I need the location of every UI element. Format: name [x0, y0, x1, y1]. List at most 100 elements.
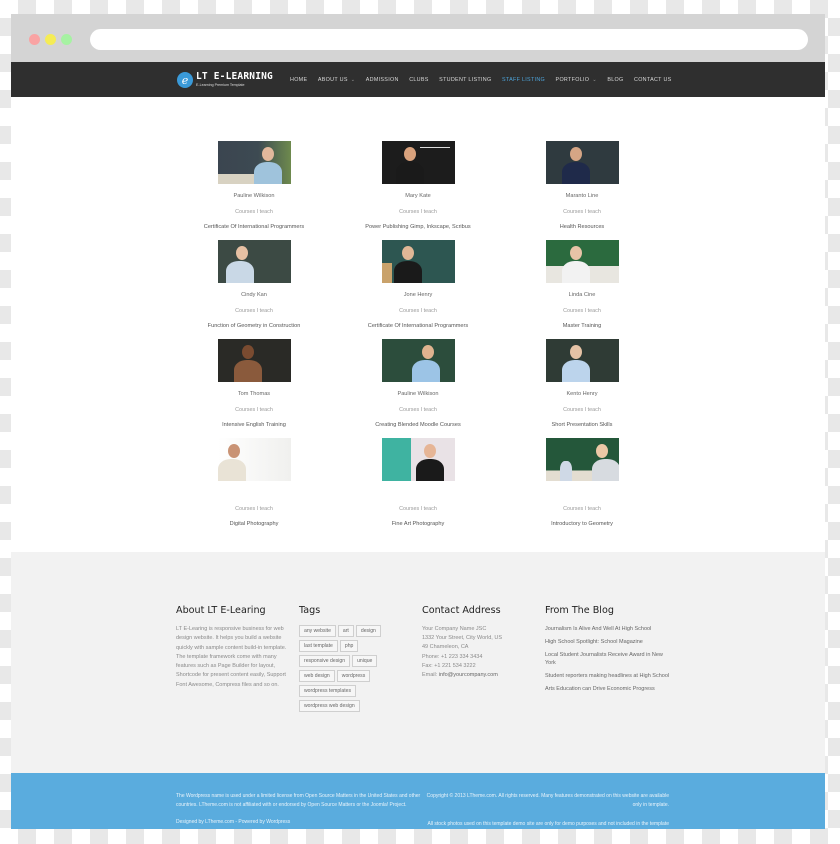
- staff-name[interactable]: Linda Cine: [482, 292, 682, 299]
- photo-figure-body: [393, 261, 422, 283]
- footer-legal-right: Copyright © 2013 LTheme.com. All rights …: [417, 792, 669, 829]
- photo-detail: [217, 174, 258, 184]
- main-nav: HOME ABOUT US ⌄ ADMISSION CLUBS STUDENT L…: [290, 62, 682, 97]
- staff-photo[interactable]: [381, 141, 455, 184]
- photo-figure-body: [225, 261, 254, 283]
- nav-portfolio[interactable]: PORTFOLIO ⌄: [556, 77, 597, 83]
- designed-by: Designed by LTheme.com - Powered by Word…: [176, 819, 291, 825]
- footer-legal-left: The Wordpress name is used under a limit…: [176, 792, 421, 827]
- blog-post-link[interactable]: Student reporters making headlines at Hi…: [545, 672, 673, 681]
- tag-link[interactable]: design: [355, 625, 381, 637]
- courses-label: Courses I teach: [563, 308, 601, 314]
- nav-staff-listing[interactable]: STAFF LISTING: [502, 77, 545, 83]
- tag-link[interactable]: wordpress: [336, 670, 371, 682]
- photo-figure-body: [411, 360, 440, 382]
- contact-company: Your Company Name JSC: [422, 626, 487, 632]
- photo-figure-body: [217, 459, 246, 481]
- photo-figure-body: [591, 459, 619, 481]
- nav-clubs[interactable]: CLUBS: [409, 77, 428, 83]
- nav-home[interactable]: HOME: [290, 77, 307, 83]
- logo-subtitle: E-Learning Premium Template: [196, 82, 245, 87]
- courses-label: Courses I teach: [563, 209, 601, 215]
- staff-card: Maranto Line Courses I teach Health Resour…: [482, 141, 682, 230]
- blog-title: From The Blog: [545, 605, 614, 616]
- site-header: e LT E-LEARNING E-Learning Premium Templ…: [11, 62, 825, 97]
- staff-photo[interactable]: [381, 339, 455, 382]
- contact-widget: Contact Address Your Company Name JSC 13…: [422, 605, 502, 680]
- staff-photo[interactable]: [545, 240, 619, 283]
- tag-link[interactable]: unique: [352, 655, 378, 667]
- nav-blog[interactable]: BLOG: [607, 77, 623, 83]
- close-window-button[interactable]: [29, 34, 40, 45]
- blog-list: Journalism Is Alive And Well At High Sch…: [545, 625, 673, 694]
- contact-email-link[interactable]: info@yourcompany.com: [439, 672, 498, 678]
- photo-detail: [381, 263, 392, 283]
- staff-photo[interactable]: [545, 339, 619, 382]
- about-widget: About LT E-Learing LT E-Learing is respo…: [176, 605, 288, 690]
- photo-figure-head: [261, 147, 274, 161]
- tag-link[interactable]: art: [337, 625, 354, 637]
- tag-link[interactable]: web design: [299, 670, 335, 682]
- photo-figure-body: [233, 360, 262, 382]
- courses-label: Courses I teach: [563, 407, 601, 413]
- logo-title: LT E-LEARNING: [196, 71, 273, 83]
- photo-figure-head: [421, 345, 434, 359]
- tag-link[interactable]: any website: [299, 625, 336, 637]
- contact-email-row: Email: info@yourcompany.com: [422, 672, 498, 679]
- blog-post-link[interactable]: High School Spotlight: School Magazine: [545, 638, 673, 647]
- staff-name[interactable]: Maranto Line: [482, 193, 682, 200]
- photo-figure-body: [561, 162, 590, 184]
- tag-link[interactable]: wordpress templates: [299, 685, 356, 697]
- nav-about-us[interactable]: ABOUT US ⌄: [318, 77, 355, 83]
- e-letter-circle-icon: e: [177, 72, 193, 88]
- nav-admission[interactable]: ADMISSION: [366, 77, 399, 83]
- staff-photo[interactable]: [217, 141, 291, 184]
- staff-photo[interactable]: [217, 339, 291, 382]
- blog-widget: From The Blog Journalism Is Alive And We…: [545, 605, 673, 698]
- tag-link[interactable]: responsive design: [299, 655, 351, 667]
- blog-post-link[interactable]: Journalism Is Alive And Well At High Sch…: [545, 625, 673, 634]
- about-title: About LT E-Learing: [176, 605, 266, 616]
- staff-photo[interactable]: [545, 438, 619, 481]
- photo-figure-body: [253, 162, 282, 184]
- photo-figure-body: [395, 162, 424, 184]
- blog-post-link[interactable]: Local Student Journalists Receive Award …: [545, 651, 673, 669]
- tag-link[interactable]: last template: [299, 640, 338, 652]
- nav-student-listing[interactable]: STUDENT LISTING: [439, 77, 491, 83]
- course-link[interactable]: Introductory to Geometry: [482, 521, 682, 527]
- staff-photo[interactable]: [217, 240, 291, 283]
- staff-photo[interactable]: [545, 141, 619, 184]
- chevron-down-icon: ⌄: [592, 76, 597, 83]
- course-link[interactable]: Master Training: [482, 323, 682, 329]
- copyright: Copyright © 2013 LTheme.com. All rights …: [426, 793, 669, 808]
- staff-card: Kento Henry Courses I teach Short Presenta…: [482, 339, 682, 428]
- site-logo[interactable]: e LT E-LEARNING E-Learning Premium Templ…: [177, 70, 273, 90]
- photo-figure-child: [559, 461, 572, 481]
- photo-figure-head: [227, 444, 240, 458]
- staff-name[interactable]: Kento Henry: [482, 391, 682, 398]
- tags-title: Tags: [299, 605, 321, 616]
- tags-widget: Tags any website art design last template ph…: [299, 605, 409, 715]
- nav-contact-us[interactable]: CONTACT US: [634, 77, 672, 83]
- course-link[interactable]: Short Presentation Skills: [482, 422, 682, 428]
- tag-link[interactable]: php: [339, 640, 359, 652]
- contact-title: Contact Address: [422, 605, 501, 616]
- courses-label: Courses I teach: [563, 506, 601, 512]
- photo-figure-head: [595, 444, 608, 458]
- staff-name[interactable]: [482, 490, 682, 497]
- tag-link[interactable]: wordpress web design: [299, 700, 360, 712]
- maximize-window-button[interactable]: [61, 34, 72, 45]
- about-text: LT E-Learing is responsive business for …: [176, 626, 287, 688]
- staff-photo[interactable]: [381, 438, 455, 481]
- chevron-down-icon: ⌄: [350, 76, 356, 83]
- photo-figure-body: [561, 360, 590, 382]
- contact-fax: Fax: +1 221 534 3222: [422, 662, 476, 669]
- photo-figure-body: [561, 261, 590, 283]
- staff-photo[interactable]: [381, 240, 455, 283]
- course-link[interactable]: Health Resources: [482, 224, 682, 230]
- address-bar[interactable]: [90, 29, 808, 50]
- blog-post-link[interactable]: Arts Education can Drive Economic Progre…: [545, 685, 673, 694]
- minimize-window-button[interactable]: [45, 34, 56, 45]
- staff-photo[interactable]: [217, 438, 291, 481]
- contact-phone: Phone: +1 223 334 3434: [422, 653, 483, 660]
